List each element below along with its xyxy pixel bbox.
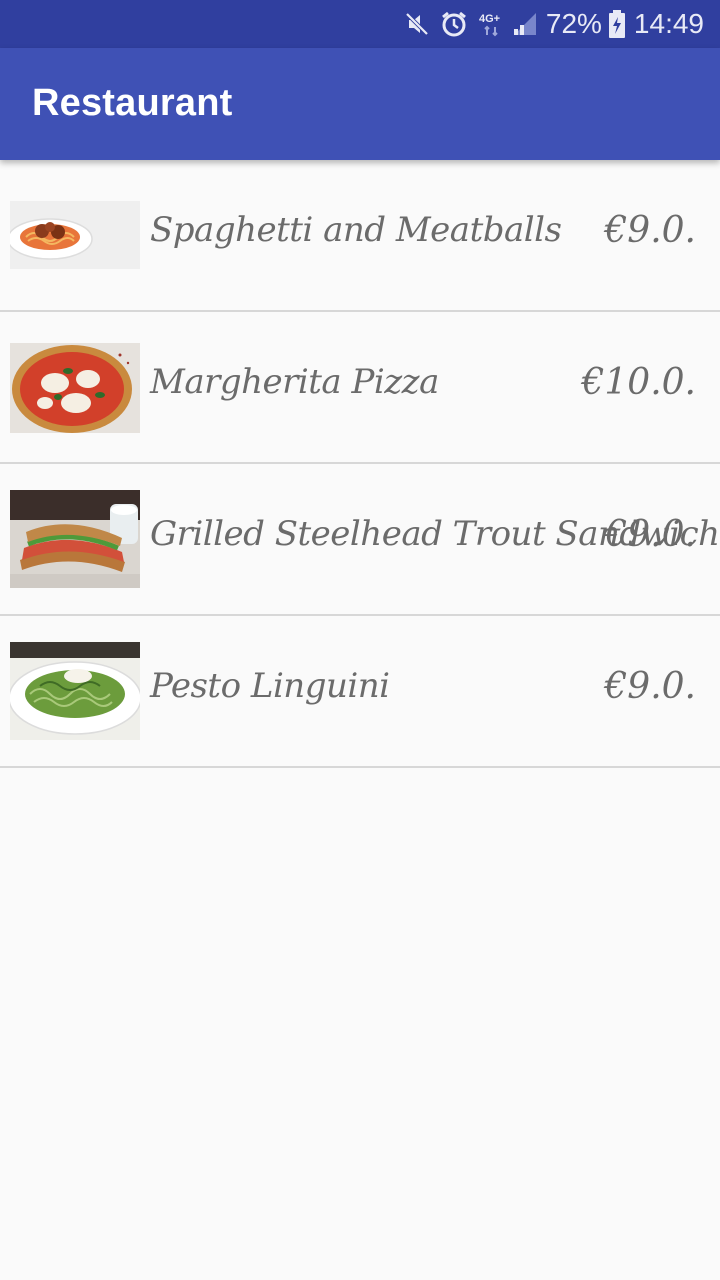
app-bar: Restaurant xyxy=(0,48,720,160)
menu-list: Spaghetti and Meatballs €9.0. Margherita… xyxy=(0,160,720,768)
item-price: €9.0. xyxy=(604,514,696,555)
item-name: Spaghetti and Meatballs xyxy=(150,210,562,250)
mute-icon xyxy=(404,0,430,48)
item-price: €10.0. xyxy=(581,362,696,403)
list-item[interactable]: Margherita Pizza €10.0. xyxy=(0,312,720,464)
item-name: Margherita Pizza xyxy=(150,362,439,402)
battery-charging-icon xyxy=(608,0,626,48)
status-bar: 4G+ 72% 14:49 xyxy=(0,0,720,48)
item-price: €9.0. xyxy=(604,210,696,251)
item-price: €9.0. xyxy=(604,666,696,707)
network-label: 4G+ xyxy=(479,13,500,25)
battery-percent: 72% xyxy=(545,8,602,39)
clock: 14:49 xyxy=(633,8,704,39)
trout-sandwich-image xyxy=(10,490,140,588)
list-item[interactable]: Pesto Linguini €9.0. xyxy=(0,616,720,768)
alarm-icon xyxy=(440,0,468,48)
pesto-linguini-image xyxy=(8,642,142,740)
network-4g-icon: 4G+ xyxy=(478,0,508,48)
item-name: Pesto Linguini xyxy=(150,666,390,706)
spaghetti-meatballs-image xyxy=(7,201,140,269)
list-item[interactable]: Grilled Steelhead Trout Sandwich €9.0. xyxy=(0,464,720,616)
signal-icon xyxy=(512,0,538,48)
margherita-pizza-image xyxy=(10,343,140,433)
app-title: Restaurant xyxy=(32,82,233,124)
list-item[interactable]: Spaghetti and Meatballs €9.0. xyxy=(0,160,720,312)
